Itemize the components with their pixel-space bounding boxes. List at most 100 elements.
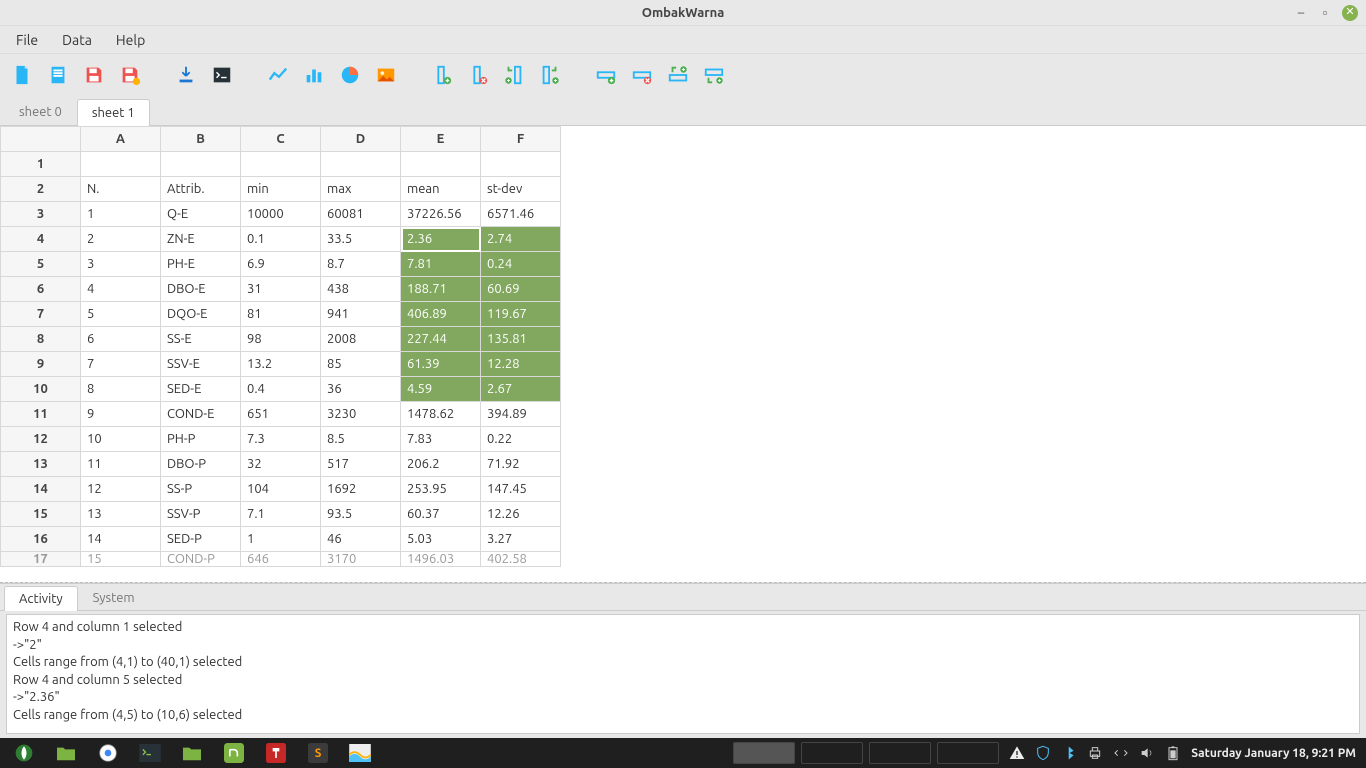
remove-column-icon[interactable] — [466, 63, 490, 87]
cell[interactable]: 0.4 — [241, 377, 321, 402]
start-menu-icon[interactable] — [4, 740, 44, 766]
cell[interactable]: 206.2 — [401, 452, 481, 477]
row-header[interactable]: 17 — [1, 552, 81, 567]
cell[interactable]: DQO-E — [161, 302, 241, 327]
cell[interactable] — [401, 152, 481, 177]
activity-log[interactable]: Row 4 and column 1 selected->"2"Cells ra… — [6, 614, 1360, 734]
cell[interactable]: 60.69 — [481, 277, 561, 302]
col-header-D[interactable]: D — [321, 127, 401, 152]
tray-box-1[interactable] — [733, 742, 795, 764]
cell[interactable]: 12.26 — [481, 502, 561, 527]
row-header[interactable]: 12 — [1, 427, 81, 452]
cell[interactable]: 646 — [241, 552, 321, 567]
tab-sheet-0[interactable]: sheet 0 — [4, 98, 77, 125]
cell[interactable]: 32 — [241, 452, 321, 477]
cell[interactable]: 7.83 — [401, 427, 481, 452]
tab-activity[interactable]: Activity — [4, 586, 78, 611]
cell[interactable]: 0.24 — [481, 252, 561, 277]
cell[interactable]: 4.59 — [401, 377, 481, 402]
tray-box-2[interactable] — [801, 742, 863, 764]
cell[interactable]: 8 — [81, 377, 161, 402]
col-header-F[interactable]: F — [481, 127, 561, 152]
cell[interactable]: 5.03 — [401, 527, 481, 552]
bar-chart-icon[interactable] — [302, 63, 326, 87]
import-icon[interactable] — [174, 63, 198, 87]
cell[interactable]: 60.37 — [401, 502, 481, 527]
warning-icon[interactable] — [1009, 745, 1025, 761]
cell[interactable]: SSV-P — [161, 502, 241, 527]
printer-icon[interactable] — [1087, 745, 1103, 761]
cell[interactable]: 6.9 — [241, 252, 321, 277]
add-column-icon[interactable] — [430, 63, 454, 87]
cell[interactable]: 60081 — [321, 202, 401, 227]
cell[interactable]: st-dev — [481, 177, 561, 202]
add-row-icon[interactable] — [594, 63, 618, 87]
battery-icon[interactable] — [1165, 745, 1181, 761]
cell[interactable]: 12 — [81, 477, 161, 502]
cell[interactable]: 3 — [81, 252, 161, 277]
cell[interactable]: 402.58 — [481, 552, 561, 567]
spreadsheet[interactable]: A B C D E F 12N.Attrib.minmaxmeanst-dev3… — [0, 126, 1366, 582]
app-task-icon[interactable] — [256, 740, 296, 766]
row-header[interactable]: 5 — [1, 252, 81, 277]
cell[interactable]: 36 — [321, 377, 401, 402]
cell[interactable]: 7.3 — [241, 427, 321, 452]
cell[interactable]: 253.95 — [401, 477, 481, 502]
clock[interactable]: Saturday January 18, 9:21 PM — [1191, 747, 1356, 760]
mint-task-icon[interactable] — [214, 740, 254, 766]
cell[interactable]: 8.7 — [321, 252, 401, 277]
cell[interactable]: min — [241, 177, 321, 202]
row-header[interactable]: 6 — [1, 277, 81, 302]
cell[interactable]: mean — [401, 177, 481, 202]
menu-help[interactable]: Help — [106, 28, 155, 52]
cell[interactable]: 2 — [81, 227, 161, 252]
remove-row-icon[interactable] — [630, 63, 654, 87]
cell[interactable]: SED-E — [161, 377, 241, 402]
cell[interactable]: N. — [81, 177, 161, 202]
cell[interactable]: 4 — [81, 277, 161, 302]
cell[interactable] — [161, 152, 241, 177]
minimize-button[interactable]: – — [1294, 6, 1308, 20]
cell[interactable]: COND-P — [161, 552, 241, 567]
cell[interactable]: ZN-E — [161, 227, 241, 252]
cell[interactable]: 394.89 — [481, 402, 561, 427]
bluetooth-icon[interactable] — [1061, 745, 1077, 761]
save-as-icon[interactable] — [118, 63, 142, 87]
cell[interactable]: 14 — [81, 527, 161, 552]
tab-system[interactable]: System — [78, 585, 150, 610]
cell[interactable]: 8.5 — [321, 427, 401, 452]
row-header[interactable]: 11 — [1, 402, 81, 427]
cell[interactable]: 85 — [321, 352, 401, 377]
cell[interactable]: 0.22 — [481, 427, 561, 452]
cell[interactable]: 71.92 — [481, 452, 561, 477]
col-header-C[interactable]: C — [241, 127, 321, 152]
ombakwarna-task-icon[interactable] — [340, 740, 380, 766]
sublime-task-icon[interactable]: S — [298, 740, 338, 766]
cell[interactable]: 2.36 — [401, 227, 481, 252]
cell[interactable]: 7 — [81, 352, 161, 377]
tab-sheet-1[interactable]: sheet 1 — [77, 99, 150, 126]
row-header[interactable]: 16 — [1, 527, 81, 552]
cell[interactable]: 188.71 — [401, 277, 481, 302]
cell[interactable] — [241, 152, 321, 177]
open-file-icon[interactable] — [46, 63, 70, 87]
tray-box-3[interactable] — [869, 742, 931, 764]
close-button[interactable]: ✕ — [1342, 5, 1358, 21]
cell[interactable]: 31 — [241, 277, 321, 302]
cell[interactable]: 517 — [321, 452, 401, 477]
cell[interactable]: 12.28 — [481, 352, 561, 377]
cell[interactable]: 10 — [81, 427, 161, 452]
cell[interactable]: 104 — [241, 477, 321, 502]
cell[interactable]: 33.5 — [321, 227, 401, 252]
corner-cell[interactable] — [1, 127, 81, 152]
image-icon[interactable] — [374, 63, 398, 87]
cell[interactable]: 438 — [321, 277, 401, 302]
cell[interactable]: COND-E — [161, 402, 241, 427]
pie-chart-icon[interactable] — [338, 63, 362, 87]
cell[interactable]: 3.27 — [481, 527, 561, 552]
cell[interactable]: 1478.62 — [401, 402, 481, 427]
cell[interactable]: PH-E — [161, 252, 241, 277]
cell[interactable]: 2008 — [321, 327, 401, 352]
row-header[interactable]: 13 — [1, 452, 81, 477]
row-header[interactable]: 3 — [1, 202, 81, 227]
